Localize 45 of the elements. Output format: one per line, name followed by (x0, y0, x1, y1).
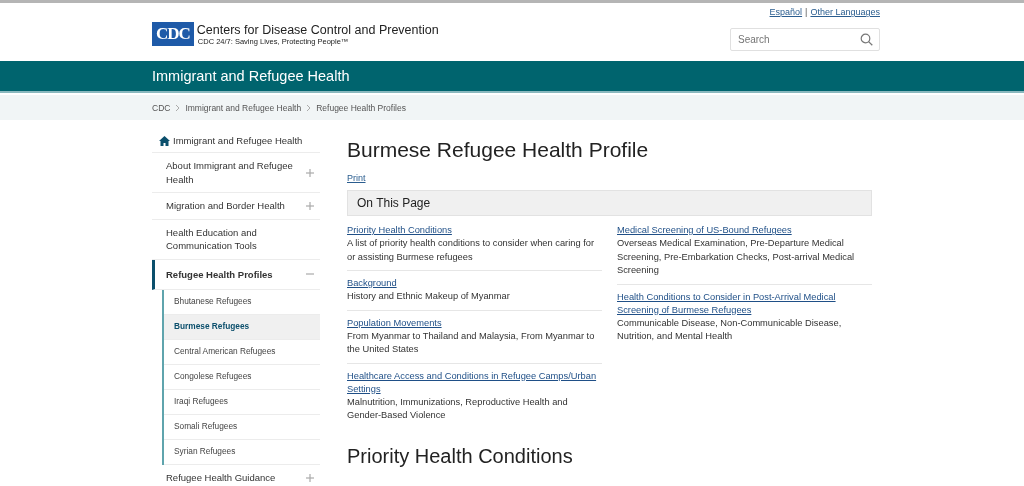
sidebar-subitem[interactable]: Iraqi Refugees (164, 390, 320, 415)
sidebar-item[interactable]: Migration and Border Health (152, 193, 320, 220)
page-title: Burmese Refugee Health Profile (347, 138, 650, 162)
print-link[interactable]: Print (347, 173, 366, 183)
sidebar-item[interactable]: About Immigrant and Refugee Health (152, 153, 320, 193)
language-link[interactable]: Español (769, 7, 803, 17)
sidebar-subitem[interactable]: Congolese Refugees (164, 365, 320, 390)
link-separator: | (805, 7, 808, 17)
chevron-icon (306, 103, 312, 112)
sidebar-subitem[interactable]: Central American Refugees (164, 340, 320, 365)
sidebar-subitem[interactable]: Somali Refugees (164, 415, 320, 440)
section-link[interactable]: Medical Screening of US-Bound Refugees (617, 224, 872, 237)
site-title[interactable]: Immigrant and Refugee Health (152, 68, 350, 84)
section-link[interactable]: Priority Health Conditions (347, 224, 602, 237)
section-description: Malnutrition, Immunizations, Reproductive Health and Gender-Based Violence (347, 395, 569, 422)
sidebar-item[interactable]: Health Education and Communication Tools (152, 219, 320, 260)
chevron-icon (175, 103, 181, 112)
section-description: Communicable Disease, Non-Communicable Disease, Nutrition, and Mental Health (617, 316, 843, 343)
search-icon[interactable] (860, 33, 873, 46)
cdc-logo[interactable]: CDC (152, 22, 194, 46)
plus-icon[interactable] (306, 201, 314, 210)
sidebar-subitem[interactable]: Syrian Refugees (164, 440, 320, 465)
section-link[interactable]: Background (347, 277, 602, 290)
sidebar-subitem[interactable]: Burmese Refugees (164, 315, 320, 340)
plus-icon[interactable] (306, 473, 314, 482)
breadcrumb-link[interactable]: Refugee Health Profiles (316, 102, 406, 113)
home-icon (159, 135, 170, 146)
section-link[interactable]: Healthcare Access and Conditions in Refugee Camps/Urban Settings (347, 369, 602, 396)
section-description: History and Ethnic Makeup of Myanmar (347, 290, 511, 303)
section-heading: Priority Health Conditions (347, 444, 574, 468)
section-link[interactable]: Population Movements (347, 316, 602, 330)
sidebar-item[interactable]: Refugee Health Guidance (152, 465, 320, 486)
breadcrumb-link[interactable]: CDC (152, 102, 171, 113)
section-description: A list of priority health conditions to consider when caring for or assisting Burmese refugees (347, 237, 595, 264)
sidebar-home-link[interactable]: Immigrant and Refugee Health (173, 135, 303, 146)
plus-icon[interactable] (306, 168, 314, 177)
organization-name: Centers for Disease Control and Prevention (196, 22, 439, 37)
on-this-page-header: On This Page (347, 190, 872, 216)
section-description: Overseas Medical Examination, Pre-Departure Medical Screening, Pre-Embarkation Checks, Post-arrival Medical Screening (617, 237, 856, 277)
search-field[interactable]: Search (730, 28, 880, 51)
sidebar-item[interactable]: Refugee Health Profiles (152, 259, 320, 290)
language-link[interactable]: Other Languages (810, 7, 880, 17)
section-description: From Myanmar to Thailand and Malaysia, From Myanmar to the United States (347, 329, 596, 356)
breadcrumb-link[interactable]: Immigrant and Refugee Health (185, 102, 302, 113)
section-link[interactable]: Health Conditions to Consider in Post-Arrival Medical Screening of Burmese Refugees (617, 290, 872, 317)
